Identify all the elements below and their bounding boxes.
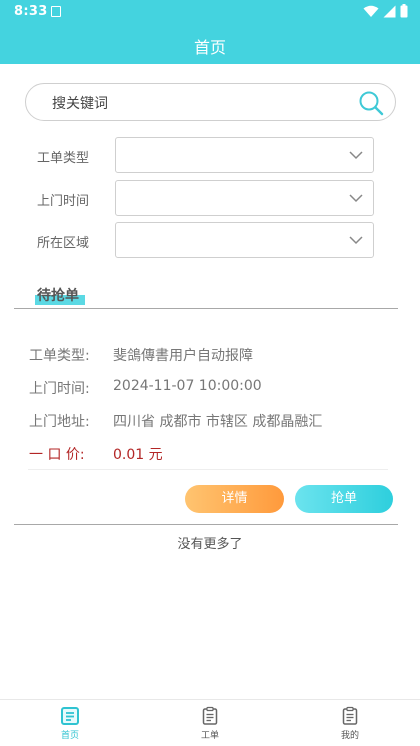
price-value: 0.01 元: [113, 447, 163, 463]
wifi-icon: [363, 5, 379, 17]
status-bar: 8:33: [0, 0, 420, 24]
nav-label-workorder: 工单: [200, 731, 219, 741]
detail-button[interactable]: 详情: [185, 485, 284, 513]
nav-label-profile: 我的: [340, 731, 359, 741]
chevron-down-icon: [349, 151, 363, 160]
page-title: 首页: [193, 38, 226, 57]
visit-time-label: 上门时间:: [29, 381, 90, 397]
filter-row-region: 所在区域: [0, 222, 420, 258]
profile-doc-icon: [342, 706, 358, 725]
nav-item-workorder[interactable]: 工单: [175, 706, 245, 741]
title-bar: 首页: [0, 24, 420, 64]
app-header: 8:33 首页: [0, 0, 420, 64]
visit-time-select[interactable]: [115, 180, 374, 216]
visit-time-value: 2024-11-07 10:00:00: [113, 378, 262, 394]
bottom-nav: 首页 工单 我的: [0, 699, 420, 746]
address-label: 上门地址:: [29, 414, 90, 430]
search-input[interactable]: 搜关键词: [25, 83, 396, 121]
order-type-row: 工单类型: 斐鴿傳書用户自动报障: [29, 345, 253, 365]
workorder-icon: [202, 706, 218, 725]
nav-item-profile[interactable]: 我的: [315, 706, 385, 741]
order-type-value: 斐鴿傳書用户自动报障: [113, 348, 253, 364]
order-type-label: 工单类型:: [29, 348, 90, 364]
order-type-select[interactable]: [115, 137, 374, 173]
nav-item-home[interactable]: 首页: [35, 706, 105, 741]
filter-label-order-type: 工单类型: [37, 151, 90, 166]
region-select[interactable]: [115, 222, 374, 258]
cell-signal-icon: [383, 5, 396, 17]
chevron-down-icon: [349, 194, 363, 203]
card-divider: [28, 469, 388, 470]
filter-row-visit-time: 上门时间: [0, 180, 420, 216]
address-value: 四川省 成都市 市辖区 成都晶融汇: [113, 414, 323, 430]
order-card: 工单类型: 斐鴿傳書用户自动报障 上门时间: 2024-11-07 10:00:…: [14, 330, 398, 525]
chevron-down-icon: [349, 236, 363, 245]
grab-order-button[interactable]: 抢单: [295, 485, 393, 513]
home-doc-icon: [61, 707, 79, 725]
search-placeholder: 搜关键词: [52, 96, 108, 112]
battery-icon: [400, 4, 408, 18]
filter-label-region: 所在区域: [37, 236, 90, 251]
tab-pending-grab[interactable]: 待抢单: [37, 285, 79, 305]
notification-icon: [51, 6, 61, 17]
price-label: 一 口 价:: [29, 447, 85, 463]
visit-time-row: 上门时间: 2024-11-07 10:00:00: [29, 378, 262, 398]
filter-row-order-type: 工单类型: [0, 137, 420, 173]
filter-label-visit-time: 上门时间: [37, 194, 90, 209]
price-row: 一 口 价: 0.01 元: [29, 444, 163, 464]
status-time: 8:33: [14, 4, 48, 19]
list-end-text: 没有更多了: [177, 537, 243, 552]
address-row: 上门地址: 四川省 成都市 市辖区 成都晶融汇: [29, 411, 322, 431]
search-icon[interactable]: [358, 90, 384, 116]
order-tab-bar: 待抢单: [14, 282, 398, 309]
nav-label-home: 首页: [60, 731, 79, 741]
